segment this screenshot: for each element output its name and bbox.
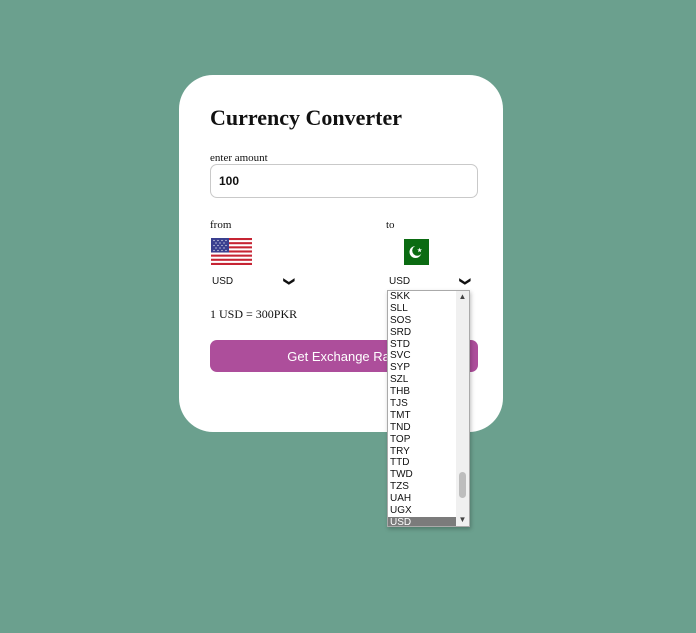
dropdown-option[interactable]: SYP xyxy=(388,362,457,374)
us-flag-icon xyxy=(211,238,252,265)
dropdown-option[interactable]: TRY xyxy=(388,446,457,458)
dropdown-option[interactable]: SRD xyxy=(388,327,457,339)
chevron-down-icon: ❯ xyxy=(282,276,295,286)
dropdown-option[interactable]: SKK xyxy=(388,291,457,303)
amount-label: enter amount xyxy=(210,152,268,164)
dropdown-option[interactable]: UAH xyxy=(388,493,457,505)
dropdown-option[interactable]: TTD xyxy=(388,457,457,469)
page-title: Currency Converter xyxy=(210,105,403,130)
to-label: to xyxy=(386,219,395,231)
to-currency-dropdown-list[interactable]: SKK SLL SOS SRD STD SVC SYP SZL THB TJS TMT TND TOP T… xyxy=(387,290,470,527)
to-currency-value: USD xyxy=(389,275,411,287)
pakistan-flag-icon xyxy=(398,239,429,265)
dropdown-option[interactable]: TND xyxy=(388,422,457,434)
dropdown-option[interactable]: SZL xyxy=(388,374,457,386)
dropdown-option[interactable]: TZS xyxy=(388,481,457,493)
from-label: from xyxy=(210,219,232,231)
dropdown-option[interactable]: SOS xyxy=(388,315,457,327)
to-currency-select[interactable]: USD ❯ xyxy=(389,273,471,289)
chevron-down-icon: ❯ xyxy=(458,276,471,286)
dropdown-option[interactable]: TWD xyxy=(388,469,457,481)
dropdown-option[interactable]: TJS xyxy=(388,398,457,410)
scroll-up-arrow-icon[interactable]: ▲ xyxy=(457,291,468,303)
dropdown-options: SKK SLL SOS SRD STD SVC SYP SZL THB TJS TMT TND TOP T… xyxy=(388,291,457,526)
dropdown-option[interactable]: SVC xyxy=(388,350,457,362)
dropdown-option[interactable]: TOP xyxy=(388,434,457,446)
from-currency-value: USD xyxy=(212,275,234,287)
amount-input[interactable] xyxy=(210,164,478,198)
dropdown-option[interactable]: SLL xyxy=(388,303,457,315)
dropdown-option[interactable]: UGX xyxy=(388,505,457,517)
scroll-down-arrow-icon[interactable]: ▼ xyxy=(457,514,468,526)
scrollbar[interactable]: ▲ ▼ xyxy=(456,291,469,526)
dropdown-option[interactable]: THB xyxy=(388,386,457,398)
exchange-rate-text: 1 USD = 300PKR xyxy=(210,307,298,321)
dropdown-option[interactable]: USD xyxy=(388,516,457,526)
dropdown-option[interactable]: TMT xyxy=(388,410,457,422)
dropdown-option[interactable]: STD xyxy=(388,339,457,351)
scrollbar-thumb[interactable] xyxy=(459,472,466,498)
from-currency-select[interactable]: USD ❯ xyxy=(212,273,295,289)
